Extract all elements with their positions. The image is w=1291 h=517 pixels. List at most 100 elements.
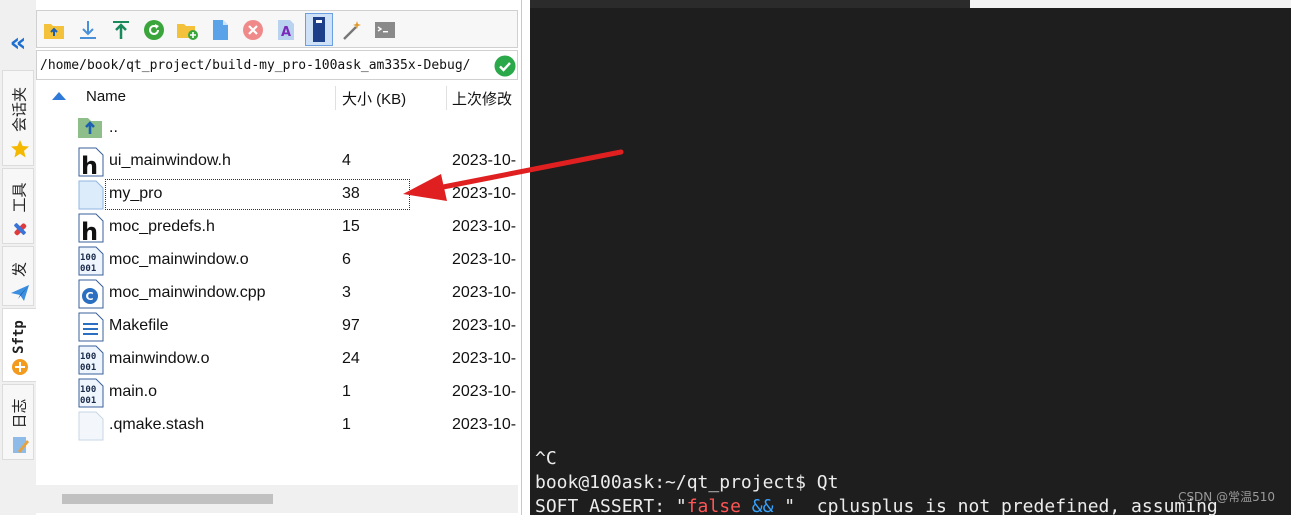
tab-send[interactable]: 发 <box>2 246 34 306</box>
file-size: 1 <box>342 416 351 433</box>
file-name: moc_mainwindow.o <box>109 251 249 268</box>
go-path-icon[interactable] <box>494 55 516 77</box>
upload-icon[interactable] <box>110 19 132 41</box>
tab-tools[interactable]: 工具 <box>2 168 34 244</box>
tab-log[interactable]: 日志 <box>2 384 34 460</box>
terminal-icon[interactable] <box>374 19 396 41</box>
file-size: 15 <box>342 218 360 235</box>
terminal-line: ^C <box>535 448 557 469</box>
svg-text:A: A <box>281 25 291 40</box>
collapse-sidebar-icon[interactable]: « <box>4 30 32 58</box>
svg-text:100: 100 <box>80 385 96 395</box>
file-date: 2023-10- <box>452 317 517 334</box>
terminal-line: book@100ask:~/qt_project$ Qt <box>535 472 839 493</box>
download-icon[interactable] <box>77 19 99 41</box>
file-row[interactable]: 100 001 moc_mainwindow.o 6 2023-10- <box>36 244 518 277</box>
file-size: 3 <box>342 284 351 301</box>
file-size: 6 <box>342 251 351 268</box>
blank-file-icon <box>78 180 104 210</box>
file-size: 1 <box>342 383 351 400</box>
svg-text:001: 001 <box>80 396 96 406</box>
magic-wand-icon[interactable] <box>341 19 363 41</box>
binary-file-icon: 100 001 <box>78 345 104 375</box>
file-row[interactable]: C moc_mainwindow.cpp 3 2023-10- <box>36 277 518 310</box>
file-name: Makefile <box>109 317 169 334</box>
column-modified[interactable]: 上次修改 <box>452 88 512 109</box>
terminal-text-blue: && <box>751 496 774 517</box>
column-size[interactable]: 大小 (KB) <box>342 88 406 109</box>
file-date: 2023-10- <box>452 350 517 367</box>
selected-mode-icon[interactable] <box>305 13 333 46</box>
refresh-icon[interactable] <box>143 19 165 41</box>
tools-icon <box>14 223 27 236</box>
file-name-cell: Makefile <box>106 312 409 341</box>
header-file-icon: h <box>78 213 104 243</box>
file-name-cell: moc_predefs.h <box>106 213 409 242</box>
file-size: 38 <box>342 185 360 202</box>
log-icon <box>13 437 29 453</box>
file-name-cell: .qmake.stash <box>106 411 409 440</box>
new-folder-icon[interactable] <box>176 19 198 41</box>
column-name[interactable]: Name <box>86 88 126 105</box>
file-row[interactable]: h moc_predefs.h 15 2023-10- <box>36 211 518 244</box>
file-name-cell: main.o <box>106 378 409 407</box>
file-size: 97 <box>342 317 360 334</box>
terminal-text-red: false <box>686 496 741 517</box>
terminal-text: " cplusplus is not predefined, assuming <box>773 496 1218 517</box>
svg-text:h: h <box>81 152 98 177</box>
file-name: moc_mainwindow.cpp <box>109 284 266 301</box>
column-divider[interactable] <box>446 86 447 110</box>
session-sidebar: « 会话夹 工具 发 Sftp 日志 <box>0 0 37 515</box>
blank-file-icon <box>78 411 104 441</box>
file-date: 2023-10- <box>452 218 517 235</box>
scrollbar-thumb[interactable] <box>62 494 273 504</box>
sftp-toolbar: A <box>36 10 518 48</box>
svg-text:001: 001 <box>80 264 96 274</box>
rename-icon[interactable]: A <box>275 19 297 41</box>
file-row-selected[interactable]: my_pro 38 2023-10- <box>36 178 518 211</box>
file-list: .. h ui_mainwindow.h 4 2023-10- my_pro 3… <box>36 112 518 482</box>
file-name: moc_predefs.h <box>109 218 215 235</box>
terminal-tab-strip <box>970 0 1291 8</box>
horizontal-scrollbar[interactable] <box>36 485 518 513</box>
file-name-cell: moc_mainwindow.o <box>106 246 409 275</box>
file-row[interactable]: .. <box>36 112 518 145</box>
file-row[interactable]: Makefile 97 2023-10- <box>36 310 518 343</box>
sort-ascending-icon[interactable] <box>52 92 66 100</box>
path-bar <box>36 50 518 80</box>
file-name-cell: mainwindow.o <box>106 345 409 374</box>
path-input[interactable] <box>40 55 480 75</box>
sftp-panel: A Name 大小 (KB) 上次修改 <box>36 0 522 515</box>
file-list-header: Name 大小 (KB) 上次修改 <box>36 84 518 112</box>
tab-sftp-label: Sftp <box>11 320 27 354</box>
text-file-icon <box>78 312 104 342</box>
svg-text:100: 100 <box>80 253 96 263</box>
tab-sessions-label: 会话夹 <box>10 86 29 133</box>
binary-file-icon: 100 001 <box>78 246 104 276</box>
file-date: 2023-10- <box>452 416 517 433</box>
file-row[interactable]: .qmake.stash 1 2023-10- <box>36 409 518 442</box>
svg-text:h: h <box>81 218 98 243</box>
file-date: 2023-10- <box>452 284 517 301</box>
parent-folder-icon[interactable] <box>43 19 65 41</box>
tab-sessions[interactable]: 会话夹 <box>2 70 34 166</box>
file-name: my_pro <box>109 185 163 202</box>
tab-send-label: 发 <box>10 261 29 278</box>
file-name-cell: my_pro <box>105 179 410 210</box>
file-row[interactable]: h ui_mainwindow.h 4 2023-10- <box>36 145 518 178</box>
header-file-icon: h <box>78 147 104 177</box>
parent-folder-icon <box>78 118 102 138</box>
terminal-panel[interactable]: ^C book@100ask:~/qt_project$ Qt SOFT ASS… <box>530 0 1291 517</box>
tab-sftp[interactable]: Sftp <box>2 308 36 382</box>
file-name-cell: ui_mainwindow.h <box>106 147 409 176</box>
svg-text:C: C <box>86 290 94 303</box>
delete-icon[interactable] <box>242 19 264 41</box>
file-row[interactable]: 100 001 main.o 1 2023-10- <box>36 376 518 409</box>
new-file-icon[interactable] <box>209 19 231 41</box>
column-divider[interactable] <box>335 86 336 110</box>
file-row[interactable]: 100 001 mainwindow.o 24 2023-10- <box>36 343 518 376</box>
file-name: mainwindow.o <box>109 350 210 367</box>
file-name-cell: .. <box>106 114 409 143</box>
cpp-file-icon: C <box>78 279 104 309</box>
